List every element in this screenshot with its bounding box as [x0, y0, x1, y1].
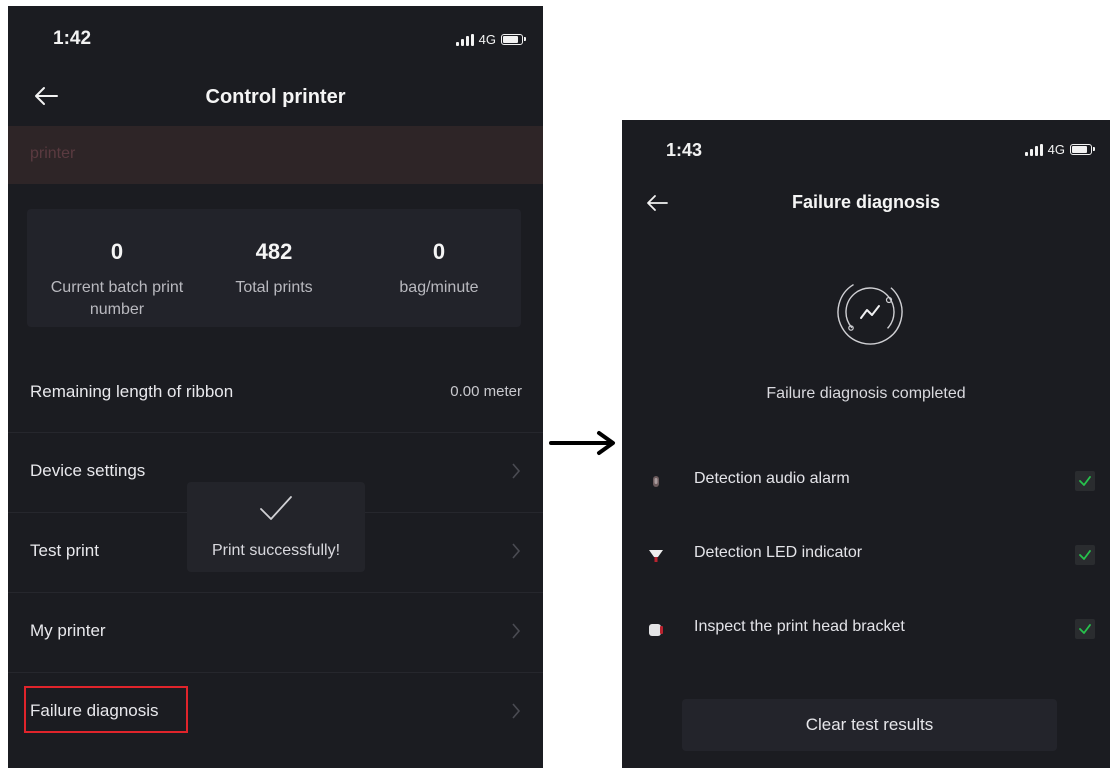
signal-icon	[455, 33, 474, 46]
check-item-checkbox[interactable]	[1075, 471, 1095, 491]
chevron-right-icon	[512, 703, 521, 719]
flow-arrow-icon	[549, 431, 615, 455]
failure-diagnosis-highlight	[24, 686, 188, 733]
check-item-led-indicator: Detection LED indicator	[622, 520, 1110, 594]
speaker-icon	[653, 476, 659, 487]
check-item-checkbox[interactable]	[1075, 545, 1095, 565]
stat-total-prints: 482 Total prints	[189, 239, 359, 299]
ribbon-length-label: Remaining length of ribbon	[30, 382, 234, 401]
clear-test-results-button[interactable]: Clear test results	[682, 699, 1057, 751]
check-item-label: Detection audio alarm	[694, 470, 850, 487]
network-label: 4G	[1047, 142, 1065, 157]
menu-item-label: Device settings	[30, 461, 146, 480]
control-printer-screen: 1:42 4G Control printer printer 0 Curren…	[8, 6, 543, 768]
printer-name: printer	[30, 145, 76, 162]
print-stats-card: 0 Current batch print number 482 Total p…	[27, 209, 521, 327]
print-head-icon	[649, 624, 663, 636]
stat-value: 482	[255, 239, 293, 264]
signal-icon	[1024, 143, 1043, 156]
chevron-right-icon	[512, 543, 521, 559]
ribbon-length-row: Remaining length of ribbon 0.00 meter	[8, 352, 543, 433]
failure-diagnosis-screen: 1:43 4G Failure diagnosis Failure diagno…	[622, 120, 1110, 768]
stat-label: bag/minute	[399, 279, 479, 296]
battery-icon	[1070, 144, 1095, 155]
status-time: 1:43	[666, 140, 703, 160]
toast-message: Print successfully!	[211, 542, 341, 559]
battery-icon	[501, 34, 526, 45]
diagnosis-status-text: Failure diagnosis completed	[766, 385, 966, 402]
printer-name-bar[interactable]: printer	[8, 126, 543, 184]
stat-label: Total prints	[235, 279, 313, 296]
checkmark-icon	[260, 496, 292, 520]
diagnosis-status-icon	[837, 279, 903, 345]
checkmark-icon	[1079, 624, 1091, 634]
checkmark-icon	[1079, 550, 1091, 560]
stat-value: 0	[432, 239, 446, 264]
ribbon-length-value: 0.00 meter	[450, 383, 522, 400]
stat-value: 0	[110, 239, 124, 264]
page-title: Control printer	[205, 86, 346, 108]
status-time: 1:42	[53, 28, 92, 49]
menu-item-label: Test print	[30, 541, 99, 560]
stat-label: Current batch print number	[50, 279, 184, 318]
check-item-print-head-bracket: Inspect the print head bracket	[622, 594, 1110, 668]
check-item-label: Detection LED indicator	[694, 544, 863, 561]
network-label: 4G	[478, 32, 496, 47]
check-item-checkbox[interactable]	[1075, 619, 1095, 639]
status-icons: 4G	[455, 32, 526, 47]
check-item-audio-alarm: Detection audio alarm	[622, 446, 1110, 520]
stat-bag-per-minute: 0 bag/minute	[354, 239, 524, 299]
checkmark-icon	[1079, 476, 1091, 486]
status-icons: 4G	[1024, 142, 1095, 157]
chevron-right-icon	[512, 623, 521, 639]
print-success-toast: Print successfully!	[187, 482, 365, 572]
stat-current-batch: 0 Current batch print number	[32, 239, 202, 321]
led-icon	[649, 550, 663, 562]
page-title: Failure diagnosis	[791, 192, 941, 212]
menu-item-label: My printer	[30, 621, 106, 640]
menu-item-my-printer[interactable]: My printer	[8, 592, 543, 673]
chevron-right-icon	[512, 463, 521, 479]
check-item-label: Inspect the print head bracket	[694, 618, 905, 635]
